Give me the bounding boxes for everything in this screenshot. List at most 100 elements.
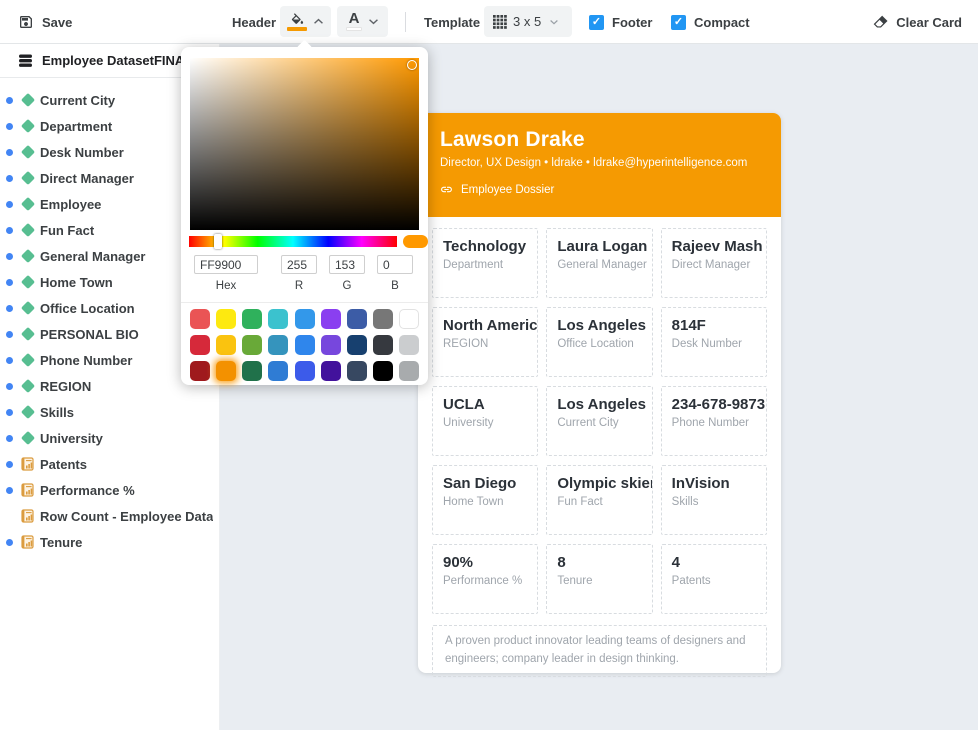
saturation-area[interactable]: [190, 58, 419, 230]
swatch-000000[interactable]: [373, 361, 393, 381]
swatch-grid: [190, 309, 419, 387]
cell-label: General Manager: [557, 259, 647, 271]
swatch-3bc2ce[interactable]: [268, 309, 288, 329]
cell-value: Los Angeles: [557, 396, 647, 413]
swatch-3c5bea[interactable]: [295, 361, 315, 381]
swatch-36393f[interactable]: [373, 335, 393, 355]
save-button[interactable]: Save: [18, 0, 72, 44]
in-use-dot: [6, 279, 13, 286]
card-cell-patents[interactable]: 4 Patents: [661, 544, 767, 614]
card-cell-fun-fact[interactable]: Olympic skier Fun Fact: [546, 465, 652, 535]
swatch-d6293a[interactable]: [190, 335, 210, 355]
in-use-dot: [6, 383, 13, 390]
compact-checkbox[interactable]: ✓: [671, 15, 686, 30]
cell-value: 90%: [443, 554, 533, 571]
swatch-42129c[interactable]: [321, 361, 341, 381]
card-cell-current-city[interactable]: Los Angeles Current City: [546, 386, 652, 456]
saturation-cursor[interactable]: [407, 60, 417, 70]
card-cell-desk-number[interactable]: 814F Desk Number: [661, 307, 767, 377]
header-font-color-button[interactable]: A: [337, 6, 388, 37]
swatch-374861[interactable]: [347, 361, 367, 381]
card-link-label: Employee Dossier: [461, 184, 554, 196]
cell-label: University: [443, 417, 533, 429]
field-label: University: [40, 431, 213, 446]
cell-value: 814F: [672, 317, 762, 334]
attribute-icon: [20, 431, 35, 446]
compact-toggle[interactable]: ✓ Compact: [671, 0, 750, 44]
card-cell-performance[interactable]: 90% Performance %: [432, 544, 538, 614]
grid-size-dropdown[interactable]: 3 x 5: [484, 6, 572, 37]
card-cell-direct-manager[interactable]: Rajeev Mash Direct Manager: [661, 228, 767, 298]
swatch-20714a[interactable]: [242, 361, 262, 381]
swatch-ea5455[interactable]: [190, 309, 210, 329]
hex-input[interactable]: [194, 255, 258, 274]
swatch-2f86ec[interactable]: [295, 335, 315, 355]
field-label: Patents: [40, 457, 213, 472]
b-input[interactable]: [377, 255, 413, 274]
r-input[interactable]: [281, 255, 317, 274]
hue-handle[interactable]: [214, 234, 222, 249]
sidebar-item-tenure[interactable]: Tenure: [0, 529, 219, 555]
attribute-icon: [20, 327, 35, 342]
employee-card-preview[interactable]: Lawson Drake Director, UX Design • ldrak…: [418, 113, 781, 673]
footer-toggle[interactable]: ✓ Footer: [589, 0, 652, 44]
swatch-2f7cd4[interactable]: [268, 361, 288, 381]
swatch-7747dd[interactable]: [321, 335, 341, 355]
swatch-2fb15c[interactable]: [242, 309, 262, 329]
sidebar-item-patents[interactable]: Patents: [0, 451, 219, 477]
header-fill-color-button[interactable]: [280, 6, 331, 37]
card-header-link[interactable]: Employee Dossier: [440, 183, 759, 196]
swatch-17406f[interactable]: [347, 335, 367, 355]
hue-slider[interactable]: [189, 236, 397, 247]
attribute-icon: [20, 301, 35, 316]
swatch-777777[interactable]: [373, 309, 393, 329]
metric-icon: [20, 535, 35, 550]
swatch-f39100[interactable]: [216, 361, 236, 381]
in-use-dot: [6, 331, 13, 338]
cell-label: Fun Fact: [557, 496, 647, 508]
color-picker-popup: Hex R G B: [181, 47, 428, 385]
card-cell-office-location[interactable]: Los Angeles Office Location: [546, 307, 652, 377]
swatch-9f1a1d[interactable]: [190, 361, 210, 381]
card-footer-cell[interactable]: A proven product innovator leading teams…: [432, 625, 767, 677]
swatch-ffffff[interactable]: [399, 309, 419, 329]
eraser-icon: [873, 15, 888, 29]
card-grid: Technology Department Laura Logan Genera…: [432, 228, 767, 614]
footer-checkbox[interactable]: ✓: [589, 15, 604, 30]
card-cell-department[interactable]: Technology Department: [432, 228, 538, 298]
attribute-icon: [20, 93, 35, 108]
field-label: Tenure: [40, 535, 213, 550]
g-input[interactable]: [329, 255, 365, 274]
sidebar-item-row-count-employee-dataset[interactable]: Row Count - Employee Dataset...: [0, 503, 219, 529]
swatch-fde910[interactable]: [216, 309, 236, 329]
sidebar-item-skills[interactable]: Skills: [0, 399, 219, 425]
card-cell-university[interactable]: UCLA University: [432, 386, 538, 456]
swatch-69a938[interactable]: [242, 335, 262, 355]
sidebar-item-university[interactable]: University: [0, 425, 219, 451]
card-cell-phone-number[interactable]: 234-678-9873 Phone Number: [661, 386, 767, 456]
attribute-icon: [20, 249, 35, 264]
attribute-icon: [20, 171, 35, 186]
swatch-fac30f[interactable]: [216, 335, 236, 355]
paint-bucket-icon: [287, 13, 307, 31]
swatch-3594bd[interactable]: [268, 335, 288, 355]
clear-card-button[interactable]: Clear Card: [873, 0, 962, 44]
cell-value: Rajeev Mash: [672, 238, 762, 255]
card-cell-tenure[interactable]: 8 Tenure: [546, 544, 652, 614]
swatch-cbcdcf[interactable]: [399, 335, 419, 355]
attribute-icon: [20, 119, 35, 134]
card-cell-home-town[interactable]: San Diego Home Town: [432, 465, 538, 535]
card-cell-region[interactable]: North America REGION: [432, 307, 538, 377]
swatch-a8abad[interactable]: [399, 361, 419, 381]
chevron-down-icon: [549, 19, 559, 25]
card-cell-skills[interactable]: InVision Skills: [661, 465, 767, 535]
swatch-3c5ca6[interactable]: [347, 309, 367, 329]
swatch-3398ea[interactable]: [295, 309, 315, 329]
sidebar-item-performance[interactable]: Performance %: [0, 477, 219, 503]
attribute-icon: [20, 379, 35, 394]
metric-icon: [20, 483, 35, 498]
card-cell-general-manager[interactable]: Laura Logan General Manager: [546, 228, 652, 298]
in-use-dot: [6, 201, 13, 208]
card-header[interactable]: Lawson Drake Director, UX Design • ldrak…: [418, 113, 781, 217]
swatch-8a3ff0[interactable]: [321, 309, 341, 329]
